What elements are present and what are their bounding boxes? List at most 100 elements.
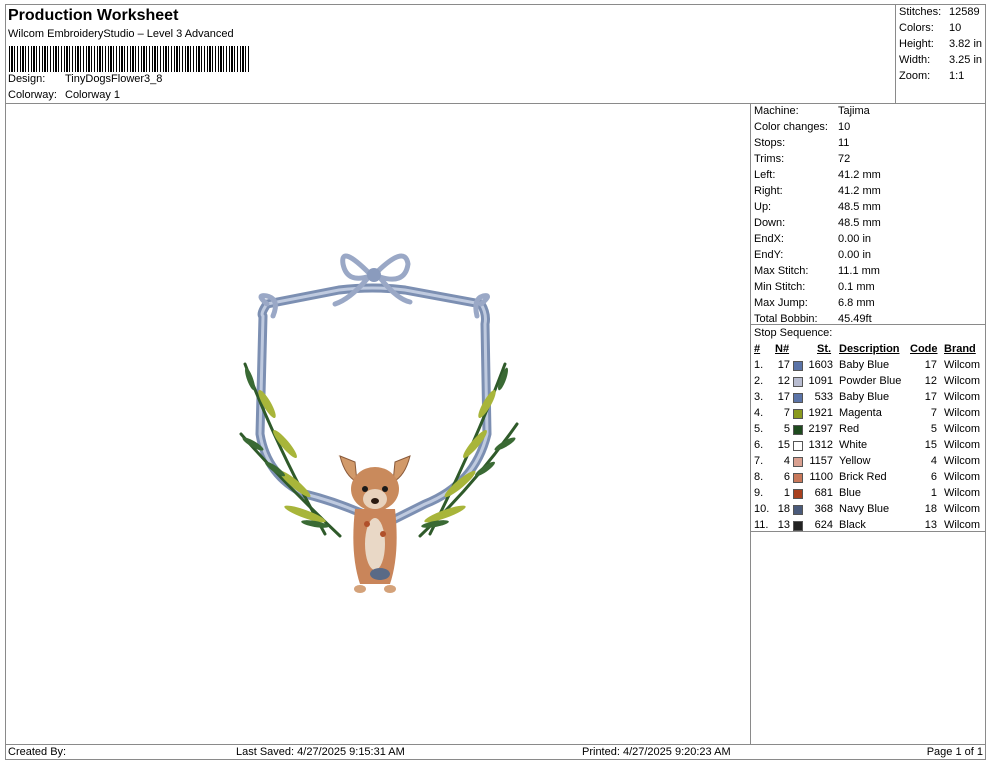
color-swatch xyxy=(793,473,803,483)
thread-code: 4 xyxy=(930,455,937,467)
needle-number: 18 xyxy=(777,503,790,515)
row-number: 8. xyxy=(754,471,764,483)
color-swatch xyxy=(793,393,803,403)
stitch-count: 1157 xyxy=(809,455,833,467)
info-label: Right: xyxy=(754,185,783,197)
needle-number: 17 xyxy=(777,359,790,371)
thread-brand: Wilcom xyxy=(944,359,981,371)
info-row: EndX: 0.00 in xyxy=(754,233,871,245)
thread-brand: Wilcom xyxy=(944,439,981,451)
info-row: Min Stitch: 0.1 mm xyxy=(754,281,875,293)
info-value: 0.00 in xyxy=(838,233,872,245)
info-value: Tajima xyxy=(838,105,870,117)
header-needle: N# xyxy=(775,343,790,355)
stitch-count: 1603 xyxy=(808,359,833,371)
color-swatch xyxy=(793,505,803,515)
needle-number: 6 xyxy=(783,471,790,483)
info-label: EndY: xyxy=(754,249,784,261)
info-value: 41.2 mm xyxy=(838,169,881,181)
needle-number: 13 xyxy=(777,519,790,531)
table-row: 3. 17 533 Baby Blue 17 Wilcom xyxy=(751,391,986,407)
color-description: Yellow xyxy=(839,455,871,467)
row-number: 10. xyxy=(754,503,770,515)
thread-brand: Wilcom xyxy=(944,407,981,419)
stitch-count: 681 xyxy=(814,487,833,499)
thread-code: 5 xyxy=(930,423,937,435)
thread-code: 17 xyxy=(924,359,937,371)
color-description: Baby Blue xyxy=(839,359,890,371)
needle-number: 1 xyxy=(783,487,790,499)
info-value: 48.5 mm xyxy=(838,201,881,213)
thread-code: 7 xyxy=(930,407,937,419)
info-value: 41.2 mm xyxy=(838,185,881,197)
info-value: 11 xyxy=(838,137,850,149)
info-value: 6.8 mm xyxy=(838,297,875,309)
color-description: Powder Blue xyxy=(839,375,902,387)
info-label: Machine: xyxy=(754,105,799,117)
stat-colors: Colors: 10 xyxy=(899,22,961,34)
thread-code: 18 xyxy=(924,503,937,515)
table-row: 9. 1 681 Blue 1 Wilcom xyxy=(751,487,986,503)
color-description: Brick Red xyxy=(839,471,887,483)
thread-code: 17 xyxy=(924,391,937,403)
table-row: 11. 13 624 Black 13 Wilcom xyxy=(751,519,986,535)
row-number: 3. xyxy=(754,391,764,403)
info-value: 72 xyxy=(838,153,851,165)
stop-sequence-title: Stop Sequence: xyxy=(754,327,833,339)
needle-number: 7 xyxy=(783,407,790,419)
worksheet-footer: Created By: Last Saved: 4/27/2025 9:15:3… xyxy=(5,744,986,760)
color-swatch xyxy=(793,489,803,499)
info-row: Max Jump: 6.8 mm xyxy=(754,297,875,309)
table-row: 5. 5 2197 Red 5 Wilcom xyxy=(751,423,986,439)
row-number: 7. xyxy=(754,455,764,467)
info-row: Trims: 72 xyxy=(754,153,850,165)
info-value: 0.1 mm xyxy=(838,281,875,293)
colorway-label: Colorway: xyxy=(8,89,57,101)
color-swatch xyxy=(793,377,803,387)
stitch-count: 2197 xyxy=(808,423,833,435)
needle-number: 5 xyxy=(783,423,790,435)
stat-label: Width: xyxy=(899,54,931,66)
row-number: 11. xyxy=(754,519,769,531)
thread-code: 12 xyxy=(924,375,937,387)
info-row: Max Stitch: 11.1 mm xyxy=(754,265,880,277)
info-value: 10 xyxy=(838,121,851,133)
header-description: Description xyxy=(839,343,900,355)
table-header: # N# St. Description Code Brand xyxy=(751,343,986,359)
stitch-count: 1921 xyxy=(808,407,833,419)
color-description: Baby Blue xyxy=(839,391,890,403)
created-by: Created By: xyxy=(8,746,67,758)
needle-number: 12 xyxy=(777,375,790,387)
thread-brand: Wilcom xyxy=(944,423,981,435)
info-row: Left: 41.2 mm xyxy=(754,169,881,181)
stat-width: Width: 3.25 in xyxy=(899,54,982,66)
stat-label: Stitches: xyxy=(899,6,942,18)
software-subtitle: Wilcom EmbroideryStudio – Level 3 Advanc… xyxy=(8,28,234,40)
info-label: Max Stitch: xyxy=(754,265,809,277)
color-swatch xyxy=(793,441,803,451)
row-number: 6. xyxy=(754,439,764,451)
info-row: Right: 41.2 mm xyxy=(754,185,881,197)
stat-label: Height: xyxy=(899,38,934,50)
color-description: Blue xyxy=(839,487,862,499)
stitch-count: 1312 xyxy=(808,439,833,451)
needle-number: 4 xyxy=(783,455,790,467)
thread-code: 6 xyxy=(930,471,937,483)
info-label: EndX: xyxy=(754,233,784,245)
last-saved: Last Saved: 4/27/2025 9:15:31 AM xyxy=(236,746,405,758)
stat-value: 10 xyxy=(949,22,962,34)
table-row: 2. 12 1091 Powder Blue 12 Wilcom xyxy=(751,375,986,391)
table-row: 8. 6 1100 Brick Red 6 Wilcom xyxy=(751,471,986,487)
stat-label: Colors: xyxy=(899,22,934,34)
colorway-row: Colorway: Colorway 1 xyxy=(8,89,120,101)
info-label: Max Jump: xyxy=(754,297,808,309)
info-label: Left: xyxy=(754,169,776,181)
row-number: 2. xyxy=(754,375,764,387)
embroidery-design-image xyxy=(239,253,519,593)
page-number: Page 1 of 1 xyxy=(926,746,983,758)
thread-code: 15 xyxy=(924,439,937,451)
info-label: Stops: xyxy=(754,137,786,149)
worksheet-header: Production Worksheet Wilcom EmbroiderySt… xyxy=(5,4,896,104)
info-row: EndY: 0.00 in xyxy=(754,249,871,261)
row-number: 9. xyxy=(754,487,764,499)
